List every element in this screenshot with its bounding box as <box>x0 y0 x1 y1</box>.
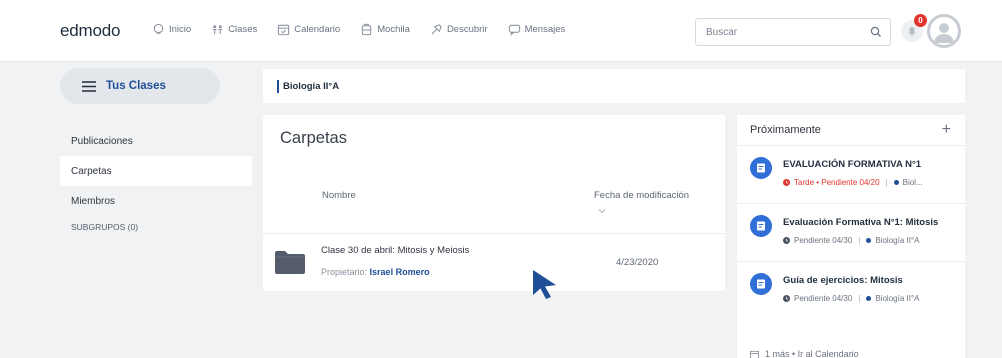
your-classes-button[interactable]: Tus Clases <box>60 68 220 104</box>
nav-backpack[interactable]: Mochila <box>360 23 410 36</box>
classes-icon <box>213 25 223 35</box>
nav-classes[interactable]: Clases <box>211 23 257 36</box>
upcoming-item-status: Pendiente 04/30 <box>794 236 853 245</box>
class-dot-icon <box>893 180 899 185</box>
upcoming-item[interactable]: Evaluación Formativa N°1: Mitosis Pendie… <box>737 203 965 261</box>
home-icon <box>153 23 164 34</box>
upcoming-item-class[interactable]: Biol... <box>903 178 923 187</box>
hamburger-icon <box>82 80 96 92</box>
messages-icon <box>508 24 520 36</box>
main-nav: Inicio Clases Calendario Mochila Descubr… <box>152 23 565 36</box>
class-dot-icon <box>866 238 872 243</box>
sidebar-item-members[interactable]: Miembros <box>60 186 252 216</box>
upcoming-item[interactable]: Guía de ejercicios: Mitosis Pendiente 04… <box>737 261 965 319</box>
class-dot-icon <box>866 296 872 301</box>
calendar-icon <box>278 24 290 36</box>
clock-icon <box>783 179 790 186</box>
upcoming-item-meta: Pendiente 04/30 | Biología II°A <box>783 236 919 245</box>
upcoming-item-status: Pendiente 04/30 <box>794 294 853 303</box>
search-icon[interactable] <box>862 26 890 38</box>
folder-row[interactable]: Clase 30 de abril: Mitosis y Meiosis Pro… <box>263 234 725 291</box>
nav-messages[interactable]: Mensajes <box>508 23 566 36</box>
upcoming-footer: 1 más • Ir al Calendario <box>750 349 859 358</box>
subgroups-label[interactable]: SUBGRUPOS (0) <box>60 222 252 232</box>
separator: | <box>885 178 888 187</box>
upcoming-item-status: Tarde • Pendiente 04/20 <box>794 178 880 187</box>
upcoming-item-class[interactable]: Biología II°A <box>875 236 919 245</box>
upcoming-item-title: EVALUACIÓN FORMATIVA N°1 <box>783 159 922 170</box>
column-header-modified[interactable]: Fecha de modificación <box>594 190 689 201</box>
clock-icon <box>783 237 790 244</box>
folder-modified-date: 4/23/2020 <box>616 257 659 268</box>
folders-panel: Carpetas Nombre Fecha de modificación Cl… <box>263 115 725 291</box>
assignment-icon <box>750 215 772 237</box>
clock-icon <box>783 295 790 302</box>
add-icon[interactable]: + <box>942 122 951 138</box>
nav-discover[interactable]: Descubrir <box>430 23 488 36</box>
assignment-icon <box>750 157 772 179</box>
assignment-icon <box>750 273 772 295</box>
upcoming-item-meta: Tarde • Pendiente 04/20 | Biol... <box>783 178 923 187</box>
top-bar: edmodo Inicio Clases Calendario Mochila … <box>0 0 1002 62</box>
mouse-cursor-icon <box>533 270 556 299</box>
nav-calendar-label: Calendario <box>294 24 341 35</box>
upcoming-title: Próximamente <box>750 124 821 136</box>
user-icon <box>934 23 954 43</box>
chevron-down-icon[interactable] <box>598 208 606 214</box>
class-sidebar: Publicaciones Carpetas Miembros SUBGRUPO… <box>60 126 252 232</box>
go-to-calendar-link[interactable]: 1 más • Ir al Calendario <box>765 349 859 358</box>
search-box <box>695 18 891 46</box>
separator: | <box>858 294 861 303</box>
sidebar-item-folders[interactable]: Carpetas <box>60 156 252 186</box>
separator: | <box>858 236 861 245</box>
upcoming-item-title: Evaluación Formativa N°1: Mitosis <box>783 217 939 228</box>
folder-name[interactable]: Clase 30 de abril: Mitosis y Meiosis <box>321 245 469 256</box>
nav-classes-label: Clases <box>228 24 258 35</box>
upcoming-panel: Próximamente + EVALUACIÓN FORMATIVA N°1 … <box>737 115 965 358</box>
nav-messages-label: Mensajes <box>524 24 566 35</box>
owner-label: Propietario: <box>321 267 368 277</box>
search-input[interactable] <box>696 19 862 45</box>
upcoming-item-meta: Pendiente 04/30 | Biología II°A <box>783 294 919 303</box>
upcoming-item-class[interactable]: Biología II°A <box>875 294 919 303</box>
discover-icon <box>431 24 442 35</box>
upcoming-header: Próximamente + <box>737 115 965 145</box>
nav-calendar[interactable]: Calendario <box>277 23 340 36</box>
class-header: Biología II°A <box>263 69 965 103</box>
notification-badge: 0 <box>914 14 927 27</box>
nav-home[interactable]: Inicio <box>152 23 191 36</box>
class-name[interactable]: Biología II°A <box>283 81 339 92</box>
your-classes-label: Tus Clases <box>106 80 166 92</box>
calendar-icon <box>750 350 759 358</box>
column-header-name[interactable]: Nombre <box>322 190 356 201</box>
upcoming-item-title: Guía de ejercicios: Mitosis <box>783 275 903 286</box>
avatar[interactable] <box>927 14 961 48</box>
sidebar-item-posts[interactable]: Publicaciones <box>60 126 252 156</box>
notifications-button[interactable]: 0 <box>901 14 927 42</box>
backpack-icon <box>361 23 372 36</box>
nav-discover-label: Descubrir <box>446 24 488 35</box>
owner-link[interactable]: Israel Romero <box>370 267 430 277</box>
class-color-bar <box>277 79 279 93</box>
folder-icon <box>275 251 305 274</box>
nav-home-label: Inicio <box>169 24 192 35</box>
nav-backpack-label: Mochila <box>377 24 410 35</box>
page-title: Carpetas <box>280 129 347 147</box>
upcoming-item[interactable]: EVALUACIÓN FORMATIVA N°1 Tarde • Pendien… <box>737 145 965 203</box>
edmodo-logo[interactable]: edmodo <box>60 21 120 41</box>
folder-owner: Propietario: Israel Romero <box>321 267 430 277</box>
